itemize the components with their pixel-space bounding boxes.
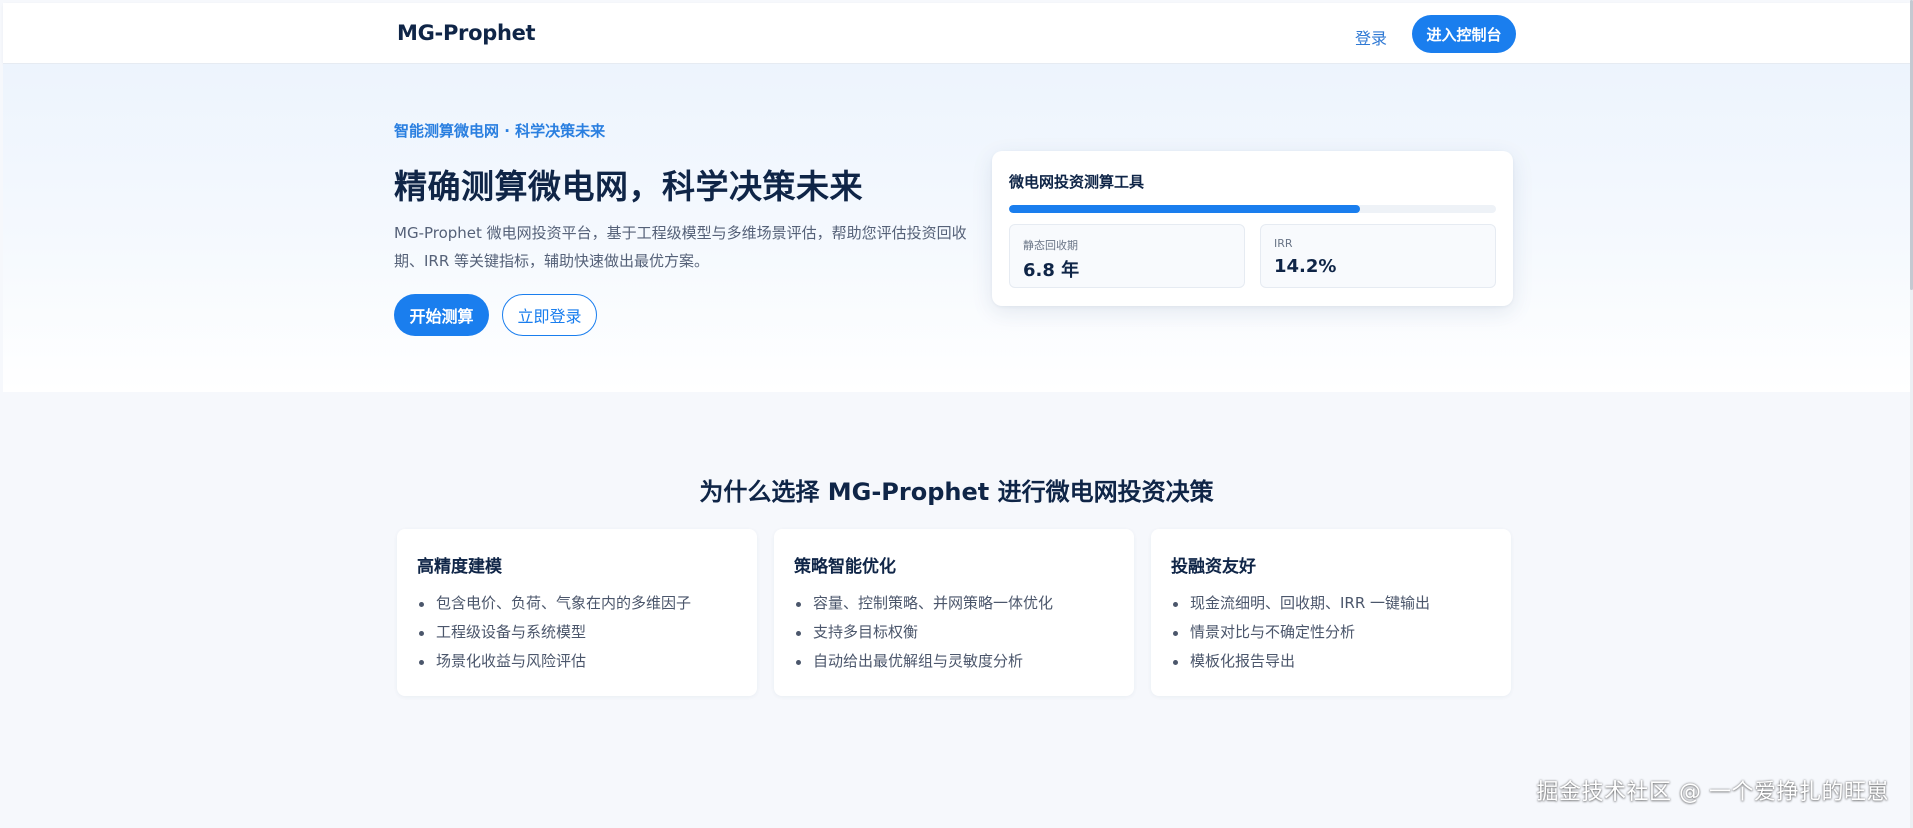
- hero-title: 精确测算微电网，科学决策未来: [394, 167, 863, 206]
- list-item: 自动给出最优解组与灵敏度分析: [794, 647, 1053, 676]
- progress-bar-fill: [1009, 205, 1360, 213]
- brand-logo[interactable]: MG-Prophet: [397, 21, 536, 45]
- feature-card-financing: 投融资友好 现金流细明、回收期、IRR 一键输出 情景对比与不确定性分析 模板化…: [1151, 529, 1511, 696]
- investment-tool-card: 微电网投资测算工具 静态回收期 6.8 年 IRR 14.2%: [992, 151, 1513, 306]
- login-now-button[interactable]: 立即登录: [502, 294, 597, 336]
- feature-card-optimization: 策略智能优化 容量、控制策略、并网策略一体优化 支持多目标权衡 自动给出最优解组…: [774, 529, 1134, 696]
- list-item: 支持多目标权衡: [794, 618, 1053, 647]
- feature-title: 策略智能优化: [794, 557, 896, 577]
- list-item: 工程级设备与系统模型: [417, 618, 691, 647]
- metric-value: 6.8 年: [1023, 260, 1080, 281]
- feature-title: 投融资友好: [1171, 557, 1256, 577]
- feature-list: 包含电价、负荷、气象在内的多维因子 工程级设备与系统模型 场景化收益与风险评估: [417, 589, 691, 676]
- list-item: 情景对比与不确定性分析: [1171, 618, 1430, 647]
- watermark: 掘金技术社区 @ 一个爱挣扎的旺崽: [1536, 780, 1889, 805]
- metric-label: IRR: [1274, 237, 1293, 250]
- hero-description: MG-Prophet 微电网投资平台，基于工程级模型与多维场景评估，帮助您评估投…: [394, 224, 967, 270]
- tool-card-title: 微电网投资测算工具: [1009, 173, 1145, 191]
- metric-irr: IRR 14.2%: [1260, 224, 1496, 288]
- progress-bar: [1009, 205, 1496, 213]
- feature-list: 现金流细明、回收期、IRR 一键输出 情景对比与不确定性分析 模板化报告导出: [1171, 589, 1430, 676]
- metric-value: 14.2%: [1274, 256, 1337, 277]
- hero-tagline: 智能测算微电网 · 科学决策未来: [394, 122, 606, 140]
- list-item: 容量、控制策略、并网策略一体优化: [794, 589, 1053, 618]
- metric-label: 静态回收期: [1023, 239, 1078, 252]
- list-item: 场景化收益与风险评估: [417, 647, 691, 676]
- enter-console-button[interactable]: 进入控制台: [1412, 15, 1516, 53]
- top-navbar: MG-Prophet 登录 进入控制台: [3, 3, 1910, 64]
- list-item: 包含电价、负荷、气象在内的多维因子: [417, 589, 691, 618]
- start-calculation-button[interactable]: 开始测算: [394, 294, 489, 336]
- why-section-title: 为什么选择 MG-Prophet 进行微电网投资决策: [699, 478, 1214, 506]
- feature-card-modeling: 高精度建模 包含电价、负荷、气象在内的多维因子 工程级设备与系统模型 场景化收益…: [397, 529, 757, 696]
- list-item: 模板化报告导出: [1171, 647, 1430, 676]
- list-item: 现金流细明、回收期、IRR 一键输出: [1171, 589, 1430, 618]
- feature-list: 容量、控制策略、并网策略一体优化 支持多目标权衡 自动给出最优解组与灵敏度分析: [794, 589, 1053, 676]
- metric-payback-period: 静态回收期 6.8 年: [1009, 224, 1245, 288]
- nav-login-link[interactable]: 登录: [1355, 25, 1387, 49]
- feature-title: 高精度建模: [417, 557, 502, 577]
